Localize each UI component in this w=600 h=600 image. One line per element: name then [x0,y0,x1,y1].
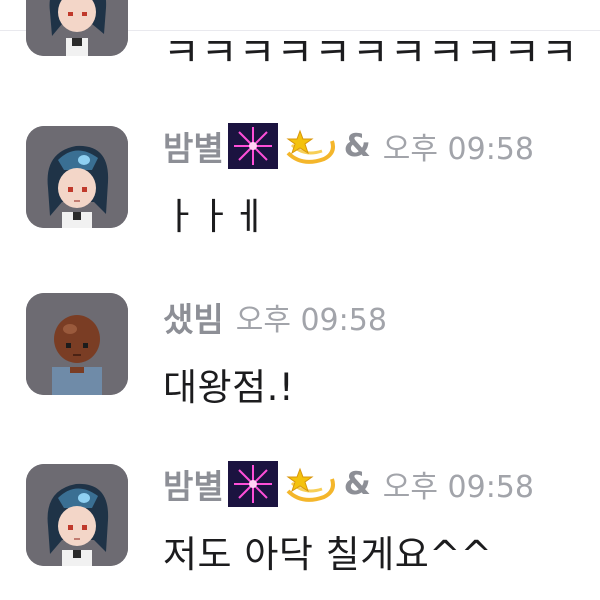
firework-icon [227,461,278,507]
message-text: ㅋㅋㅋㅋㅋㅋㅋㅋㅋㅋㅋ [163,30,579,76]
timestamp: 오후 09:58 [382,470,534,505]
name-suffix: & [343,466,371,502]
dizzy-star-icon [282,461,338,507]
message-text: 저도 아닥 칠게요^^ [163,533,493,576]
blue-hair-girl-icon [26,464,128,566]
avatar[interactable] [26,126,128,228]
avatar[interactable] [26,293,128,395]
name-suffix: & [343,128,371,164]
sender-name[interactable]: 샜빔 [163,293,224,341]
dizzy-star-icon [282,123,338,169]
message-header: 밤별 & 오후 09:58 [163,460,534,508]
blue-hair-girl-icon [26,126,128,228]
sender-name[interactable]: 밤별 [163,460,224,508]
bald-boy-icon [26,293,128,395]
timestamp: 오후 09:58 [235,303,387,338]
timestamp: 오후 09:58 [382,132,534,167]
message-text: 대왕점.! [163,366,295,409]
firework-icon [227,123,278,169]
chat-view: ㅋㅋㅋㅋㅋㅋㅋㅋㅋㅋㅋ 밤별 & 오후 09:58 ㅏㅏㅔ 샜빔 오후 09:5… [0,0,600,600]
blue-hair-girl-icon [26,0,128,56]
sender-name[interactable]: 밤별 [163,122,224,170]
message-header: 샜빔 오후 09:58 [163,293,387,341]
message-header: 밤별 & 오후 09:58 [163,122,534,170]
message-text: ㅏㅏㅔ [163,195,267,238]
avatar[interactable] [26,464,128,566]
avatar[interactable] [26,0,128,56]
